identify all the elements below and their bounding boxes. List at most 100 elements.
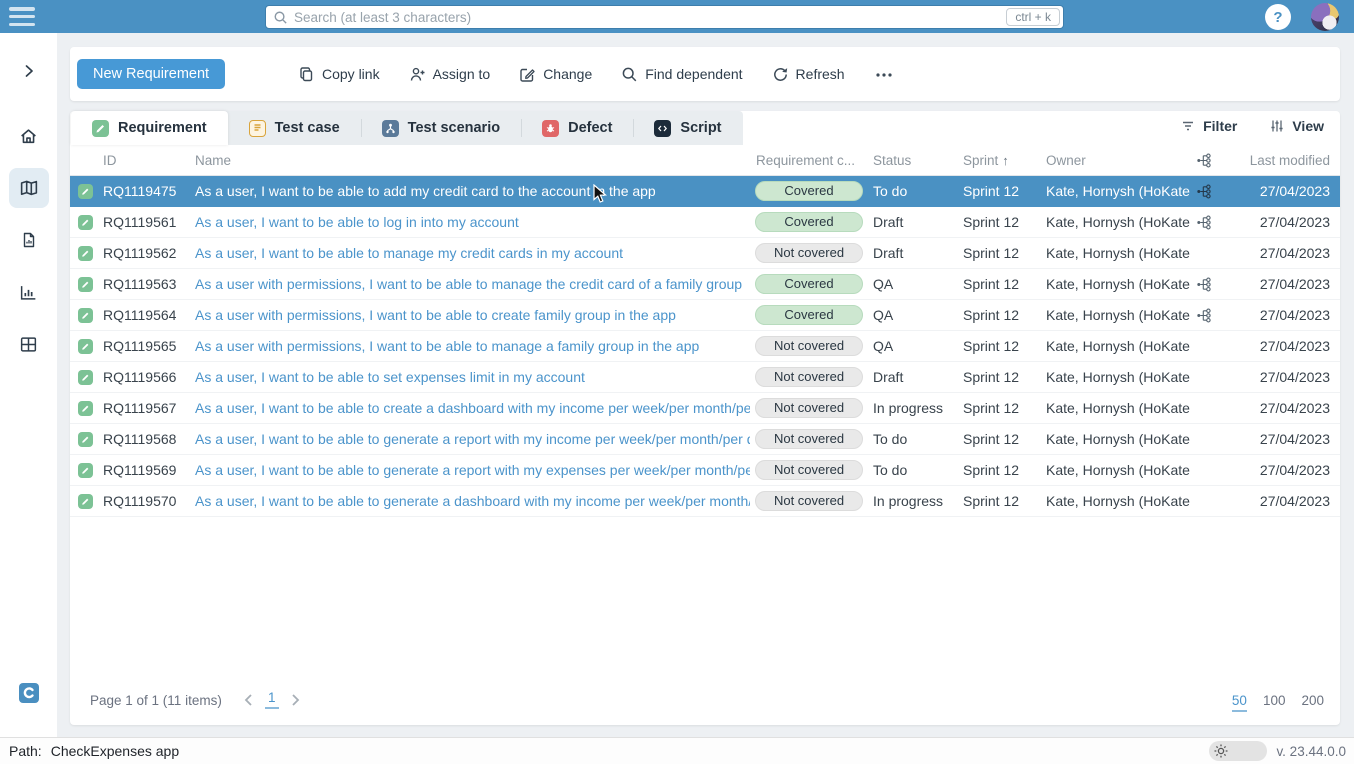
table-row[interactable]: RQ1119561 As a user, I want to be able t… [70, 207, 1340, 238]
row-owner: Kate, Hornysh (HoKate) [1040, 400, 1190, 416]
page-size-100[interactable]: 100 [1263, 693, 1286, 712]
row-name-link[interactable]: As a user, I want to be able to add my c… [195, 183, 656, 199]
page-size-50[interactable]: 50 [1232, 693, 1247, 712]
more-actions-button[interactable] [874, 66, 894, 83]
hierarchy-icon[interactable] [1196, 307, 1214, 324]
page-size-200[interactable]: 200 [1301, 693, 1324, 712]
row-name-link[interactable]: As a user, I want to be able to generate… [195, 493, 750, 509]
hierarchy-icon[interactable] [1196, 214, 1214, 231]
column-header-id[interactable]: ID [103, 153, 195, 168]
page-number[interactable]: 1 [265, 690, 279, 709]
row-sprint: Sprint 12 [958, 369, 1040, 385]
table-row[interactable]: RQ1119563 As a user with permissions, I … [70, 269, 1340, 300]
tab-requirement[interactable]: Requirement [71, 111, 228, 145]
refresh-button[interactable]: Refresh [772, 66, 845, 83]
row-modified: 27/04/2023 [1220, 462, 1340, 478]
requirement-icon [78, 463, 93, 478]
row-modified: 27/04/2023 [1220, 431, 1340, 447]
new-requirement-button[interactable]: New Requirement [77, 59, 225, 89]
user-avatar[interactable] [1311, 3, 1339, 31]
settings-toggle[interactable] [1209, 741, 1267, 761]
page-size-options: 50 100 200 [1232, 693, 1324, 712]
table-header: ID Name Requirement c... Status Sprint↑ … [70, 145, 1340, 176]
hamburger-menu-icon[interactable] [9, 7, 35, 26]
row-modified: 27/04/2023 [1220, 307, 1340, 323]
row-name-link[interactable]: As a user with permissions, I want to be… [195, 276, 742, 292]
table-body: RQ1119475 As a user, I want to be able t… [70, 176, 1340, 517]
find-dependent-button[interactable]: Find dependent [621, 66, 742, 83]
column-header-traceability[interactable] [1190, 152, 1220, 169]
row-owner: Kate, Hornysh (HoKate) [1040, 276, 1190, 292]
coverage-badge: Not covered [755, 243, 863, 263]
row-name-link[interactable]: As a user, I want to be able to log in i… [195, 214, 519, 230]
table-row[interactable]: RQ1119570 As a user, I want to be able t… [70, 486, 1340, 517]
row-sprint: Sprint 12 [958, 431, 1040, 447]
view-button[interactable]: View [1269, 118, 1324, 134]
row-name-link[interactable]: As a user, I want to be able to manage m… [195, 245, 623, 261]
row-modified: 27/04/2023 [1220, 276, 1340, 292]
coverage-badge: Not covered [755, 398, 863, 418]
row-status: Draft [868, 245, 958, 261]
filter-button[interactable]: Filter [1180, 118, 1237, 134]
tab-test-scenario[interactable]: Test scenario [361, 111, 521, 145]
table-row[interactable]: RQ1119567 As a user, I want to be able t… [70, 393, 1340, 424]
hierarchy-icon[interactable] [1196, 276, 1214, 293]
column-header-sprint[interactable]: Sprint↑ [958, 153, 1040, 168]
sidebar-item-analytics-icon[interactable] [9, 272, 49, 312]
requirement-icon [78, 277, 93, 292]
hierarchy-icon[interactable] [1196, 183, 1214, 200]
row-name-link[interactable]: As a user with permissions, I want to be… [195, 307, 676, 323]
search-input[interactable] [294, 10, 1006, 25]
coverage-badge: Not covered [755, 367, 863, 387]
table-row[interactable]: RQ1119564 As a user with permissions, I … [70, 300, 1340, 331]
row-name-link[interactable]: As a user, I want to be able to set expe… [195, 369, 585, 385]
version-label: v. 23.44.0.0 [1276, 744, 1346, 759]
row-sprint: Sprint 12 [958, 338, 1040, 354]
tab-defect[interactable]: Defect [521, 111, 633, 145]
column-header-status[interactable]: Status [868, 153, 958, 168]
requirement-icon [78, 370, 93, 385]
aqua-logo[interactable] [9, 673, 49, 713]
requirement-icon [78, 494, 93, 509]
assign-to-button[interactable]: Assign to [409, 66, 491, 83]
row-owner: Kate, Hornysh (HoKate) [1040, 245, 1190, 261]
row-id: RQ1119561 [103, 214, 195, 230]
filter-icon [1180, 118, 1196, 134]
row-owner: Kate, Hornysh (HoKate) [1040, 431, 1190, 447]
coverage-badge: Covered [755, 212, 863, 232]
copy-icon [298, 66, 315, 83]
column-header-coverage[interactable]: Requirement c... [750, 153, 868, 168]
sidebar-item-home-icon[interactable] [9, 116, 49, 156]
sidebar-item-report-icon[interactable] [9, 220, 49, 260]
sidebar [0, 33, 57, 737]
table-row[interactable]: RQ1119566 As a user, I want to be able t… [70, 362, 1340, 393]
column-header-modified[interactable]: Last modified [1220, 153, 1340, 168]
row-id: RQ1119563 [103, 276, 195, 292]
change-button[interactable]: Change [519, 66, 592, 83]
sidebar-item-board-icon[interactable] [9, 324, 49, 364]
column-header-name[interactable]: Name [195, 153, 750, 168]
previous-page-icon[interactable] [242, 693, 255, 707]
row-id: RQ1119475 [103, 183, 195, 199]
row-name-link[interactable]: As a user, I want to be able to create a… [195, 400, 750, 416]
row-name-link[interactable]: As a user, I want to be able to generate… [195, 431, 750, 447]
tab-script[interactable]: Script [633, 111, 742, 145]
row-id: RQ1119565 [103, 338, 195, 354]
tab-test-case[interactable]: Test case [228, 111, 361, 145]
row-name-link[interactable]: As a user, I want to be able to generate… [195, 462, 750, 478]
table-row[interactable]: RQ1119569 As a user, I want to be able t… [70, 455, 1340, 486]
next-page-icon[interactable] [289, 693, 302, 707]
column-header-owner[interactable]: Owner [1040, 153, 1190, 168]
help-button[interactable]: ? [1265, 4, 1291, 30]
sidebar-item-projects-icon[interactable] [9, 168, 49, 208]
sidebar-expand-icon[interactable] [9, 51, 49, 91]
row-sprint: Sprint 12 [958, 462, 1040, 478]
table-row[interactable]: RQ1119475 As a user, I want to be able t… [70, 176, 1340, 207]
table-row[interactable]: RQ1119568 As a user, I want to be able t… [70, 424, 1340, 455]
table-row[interactable]: RQ1119562 As a user, I want to be able t… [70, 238, 1340, 269]
table-row[interactable]: RQ1119565 As a user with permissions, I … [70, 331, 1340, 362]
row-modified: 27/04/2023 [1220, 369, 1340, 385]
copy-link-button[interactable]: Copy link [298, 66, 380, 83]
row-name-link[interactable]: As a user with permissions, I want to be… [195, 338, 699, 354]
row-status: Draft [868, 214, 958, 230]
